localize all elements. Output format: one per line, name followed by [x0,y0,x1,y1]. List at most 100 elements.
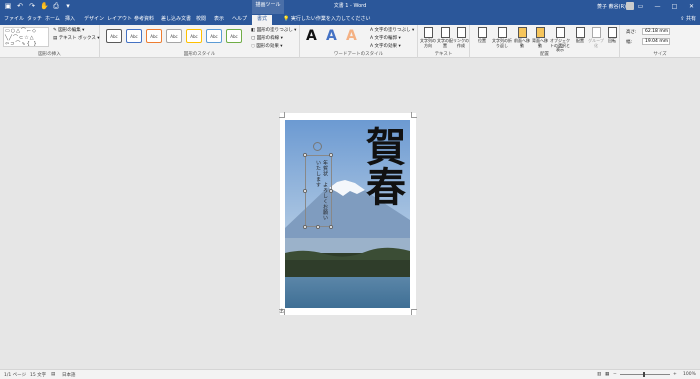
read-mode-icon[interactable]: ▥ [597,372,601,377]
resize-handle[interactable] [329,225,333,229]
text-direction-icon [423,27,433,38]
position-icon [477,27,487,38]
tab-view[interactable]: 表示 [214,15,224,25]
tab-file[interactable]: ファイル [4,15,24,25]
close-icon[interactable]: ✕ [683,0,700,14]
tab-insert[interactable]: 挿入 [65,15,75,25]
tell-me-text: 実行したい作業を入力してください [290,16,371,22]
print-layout-icon[interactable]: ▦ [605,372,609,377]
shape-style-1[interactable]: Abc [106,29,122,43]
selection-pane-icon [555,27,565,38]
position-label: 位置 [478,38,486,43]
share-label: 共有 [685,16,696,22]
text-direction-label: 文字列の方向 [420,38,436,48]
shape-style-4[interactable]: Abc [166,29,182,43]
text-align-icon [440,27,450,38]
shape-effects-label: 図形の効果 [256,44,279,49]
edit-shape-button[interactable]: ✎ 図形の編集 ▾ [53,27,84,33]
group-button[interactable]: グループ化 [588,27,604,48]
zoom-level[interactable]: 100% [683,372,696,377]
text-effects-button[interactable]: A 文字の効果 ▾ [370,43,401,49]
height-input[interactable]: 62.18 mm [642,28,670,35]
bring-forward-button[interactable]: 前面へ移動 [514,27,530,48]
shape-outline-button[interactable]: ▢ 図形の枠線 ▾ [251,35,283,41]
resize-handle[interactable] [303,225,307,229]
rotate-button[interactable]: 回転 [604,27,620,44]
text-box-button[interactable]: ▤ テキスト ボックス ▾ [53,35,100,41]
resize-handle[interactable] [303,153,307,157]
text-outline-button[interactable]: A 文字の輪郭 ▾ [370,35,401,41]
shape-style-6[interactable]: Abc [206,29,222,43]
proofing-icon[interactable]: ▤ [51,372,55,377]
resize-handle[interactable] [329,153,333,157]
create-link-button[interactable]: リンクの作成 [453,27,469,48]
page-corner-mark [279,112,285,118]
minimize-icon[interactable]: — [649,0,666,14]
text-direction-button[interactable]: 文字列の方向 [420,27,436,48]
group-size: 高さ: 62.18 mm 幅: 19.04 mm サイズ [620,25,700,58]
page-count[interactable]: 1/1 ページ [4,372,26,378]
tab-layout[interactable]: レイアウト [107,15,132,25]
rotate-icon [607,27,617,38]
shape-style-7[interactable]: Abc [226,29,242,43]
greeting-text[interactable]: 年賀状 よろしくお願いいたします [310,160,328,222]
zoom-thumb[interactable] [643,372,645,377]
tab-touch[interactable]: タッチ [27,15,42,25]
tab-home[interactable]: ホーム [45,15,60,25]
group-arrange: 位置 文字列の折り返し 前面へ移動 背面へ移動 オブジェクトの選択と表示 配置 … [470,25,620,58]
selection-pane-button[interactable]: オブジェクトの選択と表示 [550,27,570,53]
resize-handle[interactable] [329,189,333,193]
resize-handle[interactable] [303,189,307,193]
group-label-text: テキスト [434,52,453,57]
zoom-slider[interactable] [620,374,670,375]
rotate-label: 回転 [608,38,616,43]
text-align-button[interactable]: 文字の配置 [437,27,453,48]
tab-design[interactable]: デザイン [84,15,104,25]
width-input[interactable]: 19.04 mm [642,38,670,45]
maximize-icon[interactable]: □ [666,0,683,14]
position-button[interactable]: 位置 [474,27,490,44]
rotate-handle-icon[interactable] [313,142,322,151]
tab-help[interactable]: ヘルプ [232,15,247,25]
tell-me-search[interactable]: 💡 実行したい作業を入力してください [283,15,371,22]
align-icon [575,27,585,38]
text-align-label: 文字の配置 [437,38,453,48]
zoom-out-icon[interactable]: − [613,372,617,377]
user-name[interactable]: 菱子 薮谷(R) [597,3,626,10]
group-label-size: サイズ [653,52,667,57]
tab-references[interactable]: 参考資料 [134,15,154,25]
height-label: 高さ: [626,30,637,35]
create-link-icon [456,27,466,38]
resize-handle[interactable] [316,225,320,229]
text-outline-label: 文字の輪郭 [374,36,398,41]
create-link-label: リンクの作成 [453,38,469,48]
send-backward-button[interactable]: 背面へ移動 [532,27,548,48]
group-label-shape-styles: 図形のスタイル [183,52,216,57]
ribbon-display-icon[interactable]: ▭ [632,0,649,14]
text-fill-label: 文字の塗りつぶし [374,28,411,33]
width-label: 幅: [626,40,633,45]
wrap-text-button[interactable]: 文字列の折り返し [492,27,512,48]
wordart-style-blue[interactable]: A [326,28,337,44]
word-count[interactable]: 15 文字 [30,372,46,378]
wrap-text-label: 文字列の折り返し [492,38,512,48]
language[interactable]: 日本語 [62,372,76,378]
group-shape-styles: Abc Abc Abc Abc Abc Abc Abc ◧ 図形の塗りつぶし ▾… [100,25,300,58]
wordart-style-orange[interactable]: A [346,28,357,44]
shape-style-2[interactable]: Abc [126,29,142,43]
shape-fill-button[interactable]: ◧ 図形の塗りつぶし ▾ [251,27,296,33]
shape-style-3[interactable]: Abc [146,29,162,43]
align-button[interactable]: 配置 [572,27,588,44]
tab-format[interactable]: 書式 [252,15,273,25]
zoom-in-icon[interactable]: + [673,372,677,377]
share-button[interactable]: ⇪ 共有 [680,15,696,22]
tab-mailings[interactable]: 差し込み文書 [161,15,191,25]
text-fill-button[interactable]: A 文字の塗りつぶし ▾ [370,27,414,33]
group-label-wordart: ワードアートのスタイル [333,52,384,57]
shape-gallery[interactable]: ▭○△⌒⌐◇ ╲╱⌒⊂☆△ ⇦⊃⌒∿{ } [3,27,49,47]
tab-review[interactable]: 校閲 [196,15,206,25]
shape-effects-button[interactable]: ◌ 図形の効果 ▾ [251,43,283,49]
shape-style-5[interactable]: Abc [186,29,202,43]
wordart-style-black[interactable]: A [306,28,317,44]
gashun-calligraphy[interactable]: 賀春 [359,126,406,216]
